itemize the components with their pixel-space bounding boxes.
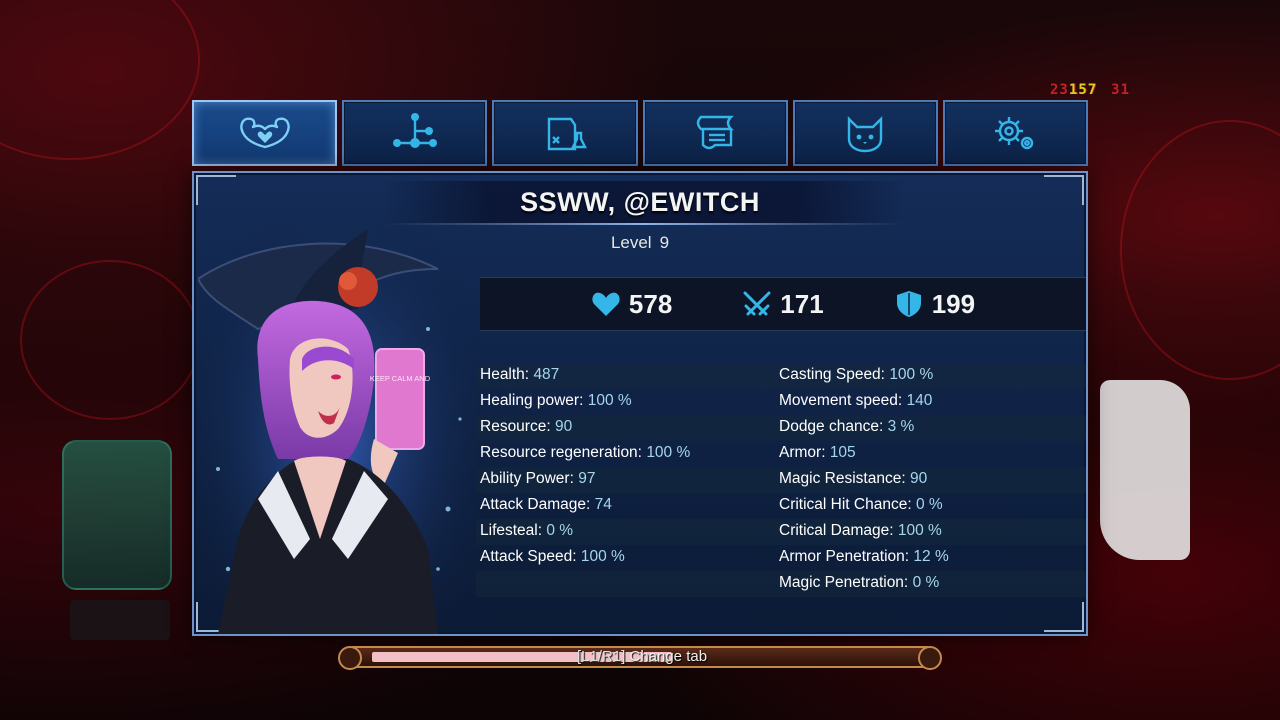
stat-row: Lifesteal: 0 % Critical Damage: 100 % [476,519,1086,545]
menu-tabs [192,100,1089,166]
stat-resource: Resource: 90 [480,418,573,435]
detailed-stats: Health: 487 Casting Speed: 100 % Healing… [476,363,1086,597]
stat-critical-damage: Critical Damage: 100 % [779,522,942,539]
stat-row: Resource regeneration: 100 % Armor: 105 [476,441,1086,467]
background-jar [62,440,172,590]
stat-row: Attack Speed: 100 % Armor Penetration: 1… [476,545,1086,571]
fps-value-a: 23 [1050,82,1069,98]
background-vein [0,0,200,160]
background-jar-base [70,600,170,640]
change-tab-hint: [L1/R1] Change tab [352,648,932,666]
stat-lifesteal: Lifesteal: 0 % [480,522,574,539]
level-value: 9 [659,233,670,252]
scroll-icon [696,115,734,150]
summary-health: 578 [591,289,672,320]
summary-attack-value: 171 [780,288,824,319]
stat-row: Health: 487 Casting Speed: 100 % [476,363,1086,389]
stat-attack-speed: Attack Speed: 100 % [480,548,625,565]
summary-health-value: 578 [628,288,673,319]
muscle-heart-icon [239,117,290,149]
stat-ability-power: Ability Power: 97 [480,470,596,487]
shoulder-buttons-key: [L1/R1] [576,648,626,665]
stat-critical-hit-chance: Critical Hit Chance: 0 % [779,496,943,513]
stat-magic-penetration: Magic Penetration: 0 % [779,574,940,591]
stat-health: Health: 487 [480,366,560,383]
stat-healing-power: Healing power: 100 % [480,392,632,409]
stat-row: Resource: 90 Dodge chance: 3 % [476,415,1086,441]
tab-quests[interactable] [642,100,788,166]
summary-defense: 199 [894,289,975,320]
summary-defense-value: 199 [931,288,976,319]
stat-magic-resistance: Magic Resistance: 90 [779,470,928,487]
shield-icon [896,291,921,317]
stat-row: Ability Power: 97 Magic Resistance: 90 [476,467,1086,493]
background-vein [1120,120,1280,380]
stat-movement-speed: Movement speed: 140 [779,392,933,409]
character-portrait: KEEP CALM AND [198,209,478,634]
fps-value-b: 157 [1068,82,1098,98]
character-sheet-panel: SSWW, @EWITCH Level 9 KEEP CALM AND 578 … [192,171,1088,636]
tab-settings[interactable] [942,100,1089,166]
crossed-swords-icon [743,291,771,316]
stat-armor-penetration: Armor Penetration: 12 % [779,548,949,565]
stat-casting-speed: Casting Speed: 100 % [779,366,934,383]
phone-case-text: KEEP CALM AND [370,374,431,383]
summary-attack: 171 [742,288,824,320]
tab-character[interactable] [192,100,338,166]
heart-icon [592,292,620,316]
change-tab-label: Change tab [629,648,708,665]
stat-dodge-chance: Dodge chance: 3 % [779,418,915,435]
bag-potion-icon [547,117,587,151]
change-tab-hint-bar: [L1/R1] Change tab [338,646,942,670]
level-label: Level [610,233,652,252]
skill-tree-icon [392,113,437,148]
background-figure [1100,380,1190,560]
stat-resource-regeneration: Resource regeneration: 100 % [480,444,691,461]
summary-stats-bar: 578 171 199 [480,277,1086,331]
tab-inventory[interactable] [492,100,638,166]
gears-icon [995,117,1034,150]
stat-attack-damage: Attack Damage: 74 [480,496,612,513]
cat-icon [848,116,883,153]
stat-row: Attack Damage: 74 Critical Hit Chance: 0… [476,493,1086,519]
fps-value-c: 31 [1111,82,1131,98]
panel-corner-ornament [1044,602,1084,632]
stat-armor: Armor: 105 [779,444,856,461]
tab-pet[interactable] [792,100,938,166]
background-vein [20,260,200,420]
tab-talents[interactable] [342,100,488,166]
fps-counter: 23157 31 [1050,82,1130,98]
stat-row: Magic Penetration: 0 % [476,571,1086,597]
stat-row: Healing power: 100 % Movement speed: 140 [476,389,1086,415]
